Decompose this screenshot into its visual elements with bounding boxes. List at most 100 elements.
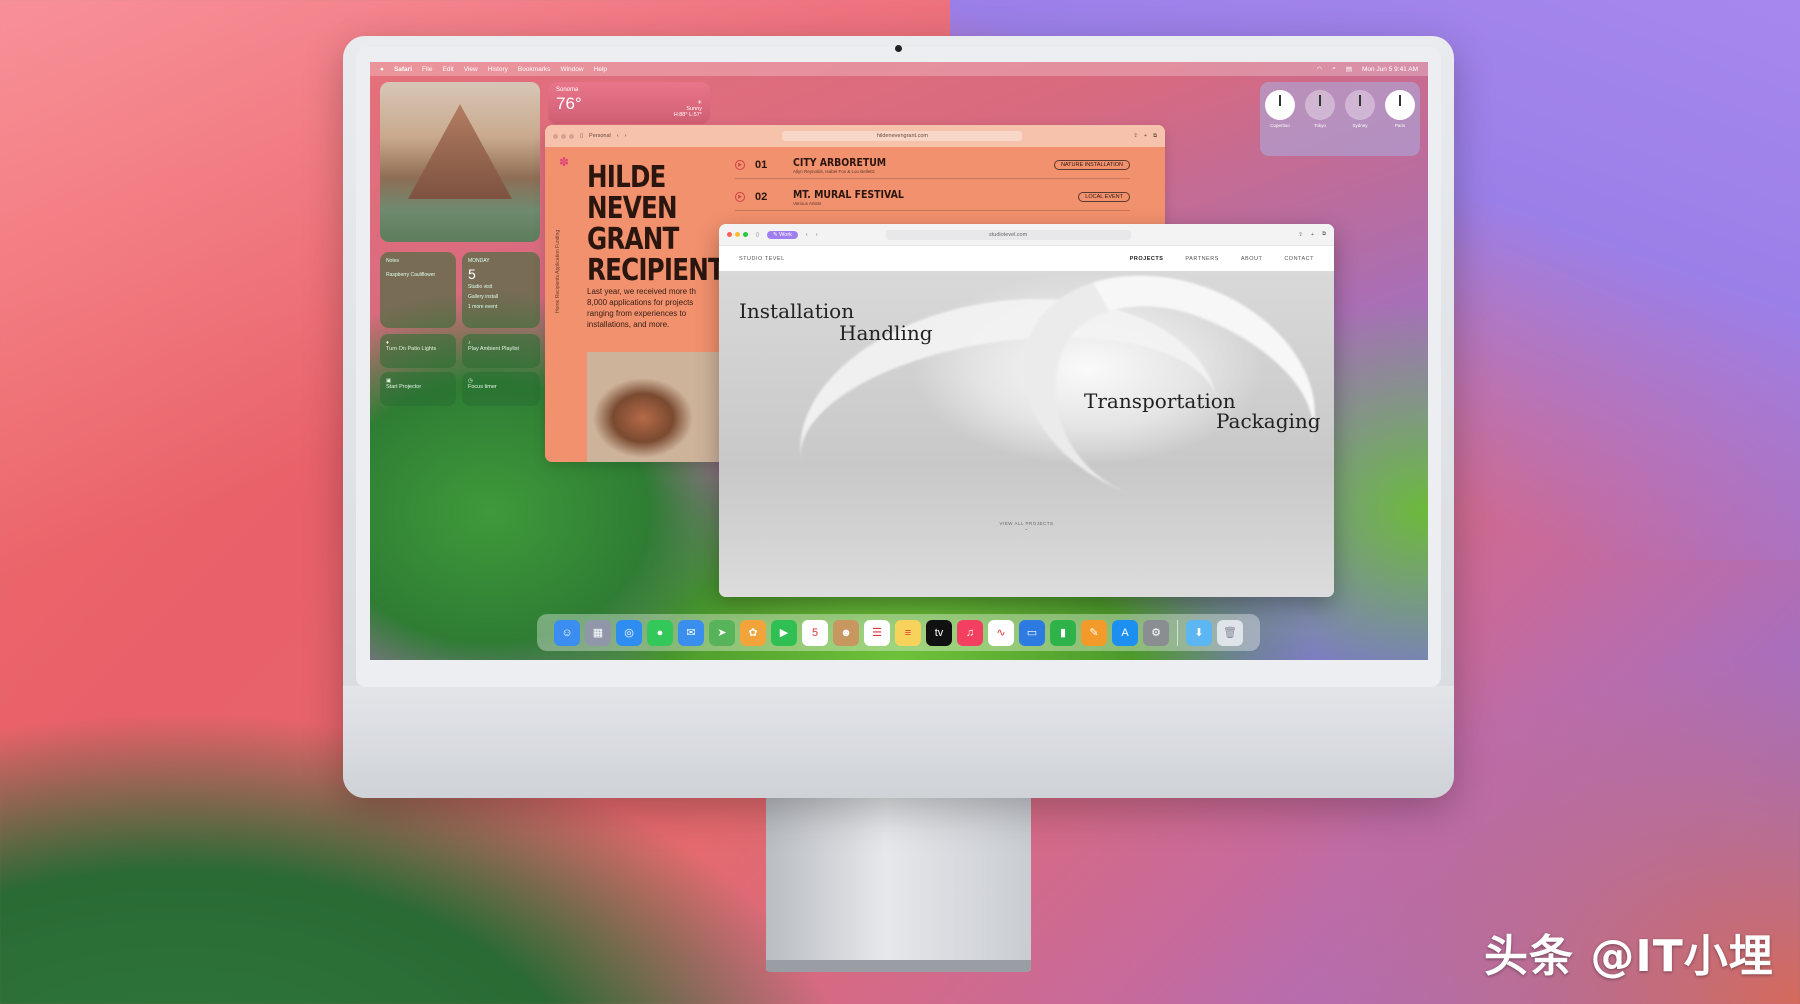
menu-view[interactable]: View xyxy=(464,66,478,73)
site-brand[interactable]: STUDIO TEVEL xyxy=(739,256,785,262)
clock-city: Sydney xyxy=(1352,123,1368,128)
event-row[interactable]: ▶ 01 CITY ARBORETUM Allyn Reynolds, Isab… xyxy=(735,151,1130,179)
numbers-icon[interactable]: ▮ xyxy=(1050,619,1076,646)
shortcut-patio-lights[interactable]: ♦ Turn On Patio Lights xyxy=(380,334,456,368)
dock: ☺ ▦ ◎ ● ✉ ➤ ✿ ▶ 5 ☻ ☰ ≡ tv ♫ ∿ ▭ ▮ ✎ A ⚙ ⬇ 🗑 xyxy=(537,614,1260,651)
site-nav: STUDIO TEVEL PROJECTS PARTNERS ABOUT CON… xyxy=(719,246,1334,271)
nav-about[interactable]: ABOUT xyxy=(1241,256,1262,262)
new-tab-icon[interactable]: + xyxy=(1144,133,1147,139)
share-icon[interactable]: ⇪ xyxy=(1133,133,1138,139)
music-icon[interactable]: ♫ xyxy=(957,619,983,646)
shortcut-start-projector[interactable]: ▣ Start Projector xyxy=(380,372,456,406)
camera-icon xyxy=(895,45,902,52)
shortcut-label: Turn On Patio Lights xyxy=(386,346,437,352)
mail-icon[interactable]: ✉ xyxy=(678,619,704,646)
finder-icon[interactable]: ☺ xyxy=(554,619,580,646)
freeform-icon[interactable]: ∿ xyxy=(988,619,1014,646)
nav-projects[interactable]: PROJECTS xyxy=(1130,256,1164,262)
clock-sydney: Sydney xyxy=(1344,90,1376,156)
photos-icon[interactable]: ✿ xyxy=(740,619,766,646)
address-bar[interactable]: studiotevel.com xyxy=(885,229,1131,240)
reminders-icon[interactable]: ☰ xyxy=(864,619,890,646)
side-nav[interactable]: Home Recipients Application Funding xyxy=(555,163,575,313)
share-icon[interactable]: ⇪ xyxy=(1298,232,1303,238)
photo-widget[interactable] xyxy=(380,82,540,242)
notes-icon[interactable]: ≡ xyxy=(895,619,921,646)
calendar-event-1: Studio visit xyxy=(468,284,493,290)
launchpad-icon[interactable]: ▦ xyxy=(585,619,611,646)
event-tag[interactable]: NATURE INSTALLATION xyxy=(1053,159,1130,170)
back-icon[interactable]: ‹ xyxy=(617,133,619,139)
safari-window-work[interactable]: ▯ ✎ Work ‹ › studiotevel.com ⇪ + ⧉ STUDI… xyxy=(719,224,1334,597)
app-store-icon[interactable]: A xyxy=(1112,619,1138,646)
notes-widget[interactable]: Notes Raspberry Cauliflower xyxy=(380,252,456,328)
forward-icon[interactable]: › xyxy=(625,133,627,139)
event-row[interactable]: ▶ 02 MT. MURAL FESTIVAL Various Artists … xyxy=(735,183,1130,211)
control-center-icon[interactable]: ▤ xyxy=(1346,65,1352,73)
nav-partners[interactable]: PARTNERS xyxy=(1185,256,1218,262)
menu-file[interactable]: File xyxy=(422,66,432,73)
event-sub: Various Artists xyxy=(793,200,822,206)
menu-bookmarks[interactable]: Bookmarks xyxy=(518,66,551,73)
window-controls[interactable] xyxy=(553,133,574,139)
menu-app-name[interactable]: Safari xyxy=(394,66,412,73)
wifi-icon[interactable]: ◠ xyxy=(1317,65,1323,73)
tab-group-label: Work xyxy=(779,231,792,238)
shortcut-focus-timer[interactable]: ◷ Focus timer xyxy=(462,372,540,406)
window-controls[interactable] xyxy=(727,232,748,237)
weather-widget[interactable]: Sonoma 76° ☀ Sunny H:88° L:57° xyxy=(548,82,710,124)
tabs-overview-icon[interactable]: ⧉ xyxy=(1322,231,1326,238)
new-tab-icon[interactable]: + xyxy=(1311,232,1314,238)
world-clock-widget[interactable]: Cupertino Tokyo Sydney Paris xyxy=(1260,82,1420,156)
play-icon[interactable]: ▶ xyxy=(735,159,745,170)
trash-icon[interactable]: 🗑 xyxy=(1217,619,1243,646)
menu-window[interactable]: Window xyxy=(560,66,583,73)
messages-icon[interactable]: ● xyxy=(647,619,673,646)
calendar-icon[interactable]: 5 xyxy=(802,619,828,646)
maps-icon[interactable]: ➤ xyxy=(709,619,735,646)
forward-icon[interactable]: › xyxy=(816,232,818,238)
facetime-icon[interactable]: ▶ xyxy=(771,619,797,646)
clock-face-icon xyxy=(1385,90,1415,120)
tv-icon[interactable]: tv xyxy=(926,619,952,646)
safari-icon[interactable]: ◎ xyxy=(616,619,642,646)
calendar-more: 1 more event xyxy=(468,304,498,310)
sidebar-icon[interactable]: ▯ xyxy=(580,133,583,139)
hero-image: Installation Handling Transportation Pac… xyxy=(719,236,1334,597)
menu-history[interactable]: History xyxy=(488,66,508,73)
sidebar-icon[interactable]: ▯ xyxy=(756,232,759,238)
watermark: 头条 @IT小埋 xyxy=(1484,931,1774,982)
notes-widget-line: Raspberry Cauliflower xyxy=(386,272,436,278)
apple-icon[interactable]: ● xyxy=(380,66,384,73)
menu-clock[interactable]: Mon Jun 5 9:41 AM xyxy=(1362,66,1418,73)
tab-group-work[interactable]: ✎ Work xyxy=(767,230,798,239)
clock-city: Tokyo xyxy=(1314,123,1326,128)
settings-icon[interactable]: ⚙ xyxy=(1143,619,1169,646)
shortcut-ambient-playlist[interactable]: ♪ Play Ambient Playlist xyxy=(462,334,540,368)
calendar-widget[interactable]: MONDAY 5 Studio visit Gallery install 1 … xyxy=(462,252,540,328)
chevron-down-icon: ⌄ xyxy=(1024,526,1029,531)
back-icon[interactable]: ‹ xyxy=(806,232,808,238)
address-bar[interactable]: hildenevengrant.com xyxy=(782,131,1023,141)
calendar-event-2: Gallery install xyxy=(468,294,499,300)
tab-group-label[interactable]: Personal xyxy=(589,133,611,139)
keynote-icon[interactable]: ▭ xyxy=(1019,619,1045,646)
event-number: 02 xyxy=(755,190,768,203)
clock-face-icon xyxy=(1345,90,1375,120)
event-tag[interactable]: LOCAL EVENT xyxy=(1078,191,1130,202)
calendar-dow: MONDAY xyxy=(468,258,490,264)
contacts-icon[interactable]: ☻ xyxy=(833,619,859,646)
menu-help[interactable]: Help xyxy=(594,66,607,73)
spotlight-icon[interactable]: ⌕ xyxy=(1332,65,1336,73)
clock-cupertino: Cupertino xyxy=(1264,90,1296,156)
pages-icon[interactable]: ✎ xyxy=(1081,619,1107,646)
menu-edit[interactable]: Edit xyxy=(443,66,454,73)
shortcut-label: Start Projector xyxy=(386,384,422,390)
tabs-overview-icon[interactable]: ⧉ xyxy=(1153,133,1157,140)
window-toolbar: ▯ Personal ‹ › hildenevengrant.com ⇪ + ⧉ xyxy=(545,125,1165,147)
downloads-folder-icon[interactable]: ⬇ xyxy=(1186,619,1212,646)
view-all-projects-link[interactable]: VIEW ALL PROJECTS ⌄ xyxy=(719,521,1334,532)
mountain-photo xyxy=(408,104,512,199)
nav-contact[interactable]: CONTACT xyxy=(1284,256,1314,262)
play-icon[interactable]: ▶ xyxy=(735,191,745,202)
